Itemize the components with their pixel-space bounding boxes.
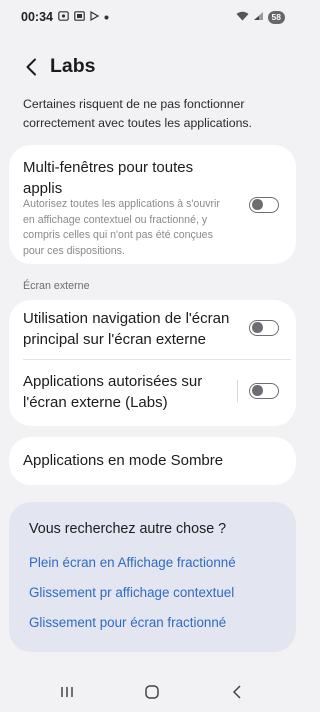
- suggestion-link[interactable]: Glissement pour écran fractionné: [29, 615, 226, 630]
- suggestion-link[interactable]: Plein écran en Affichage fractionné: [29, 555, 236, 570]
- page-description: Certaines risquent de ne pas fonctionner…: [23, 97, 252, 130]
- recent-apps-icon: [61, 687, 73, 697]
- suggestion-link[interactable]: Glissement pr affichage contextuel: [29, 585, 234, 600]
- back-button[interactable]: [18, 54, 44, 80]
- external-nav-title: Utilisation navigation de l'écran princi…: [23, 310, 230, 348]
- play-icon: [90, 10, 100, 24]
- recent-apps-button[interactable]: [55, 682, 79, 702]
- battery-icon: 58: [267, 10, 285, 24]
- suggestions-card: Vous recherchez autre chose ? Plein écra…: [9, 502, 296, 652]
- vertical-divider: [237, 380, 238, 402]
- screen-record-icon: [58, 10, 69, 24]
- multi-window-subtitle: Autorisez toutes les applications à s'ou…: [23, 198, 220, 257]
- external-apps-title: Applications autorisées sur l'écran exte…: [23, 373, 203, 411]
- back-icon: [232, 685, 241, 699]
- header: Labs: [0, 50, 305, 84]
- multi-window-title: Multi-fenêtres pour toutes applis: [23, 159, 194, 197]
- section-label-external-screen: Écran externe: [23, 280, 90, 292]
- multi-window-card[interactable]: Multi-fenêtres pour toutes applis Autori…: [9, 145, 296, 264]
- signal-icon: [253, 10, 264, 24]
- dot-icon: [104, 12, 109, 23]
- external-screen-card: Utilisation navigation de l'écran princi…: [9, 300, 296, 426]
- dark-mode-apps-card[interactable]: Applications en mode Sombre: [9, 437, 296, 485]
- status-left: 00:34: [21, 10, 109, 24]
- multi-window-toggle[interactable]: [249, 197, 279, 213]
- navigation-bar: [0, 672, 305, 712]
- wifi-icon: [236, 10, 249, 24]
- screenshot-icon: [74, 10, 85, 24]
- home-button[interactable]: [140, 682, 164, 702]
- external-apps-row[interactable]: Applications autorisées sur l'écran exte…: [9, 360, 296, 426]
- status-right: 58: [236, 10, 285, 24]
- external-nav-row[interactable]: Utilisation navigation de l'écran princi…: [9, 300, 296, 360]
- external-apps-toggle[interactable]: [249, 383, 279, 399]
- status-time: 00:34: [21, 10, 53, 24]
- chevron-left-icon: [26, 58, 36, 76]
- suggestions-title: Vous recherchez autre chose ?: [29, 521, 227, 537]
- external-nav-toggle[interactable]: [249, 320, 279, 336]
- status-bar: 00:34 58: [0, 0, 305, 34]
- back-nav-button[interactable]: [225, 682, 249, 702]
- page-title: Labs: [50, 55, 96, 77]
- home-icon: [145, 685, 159, 699]
- dark-mode-apps-title: Applications en mode Sombre: [23, 452, 224, 469]
